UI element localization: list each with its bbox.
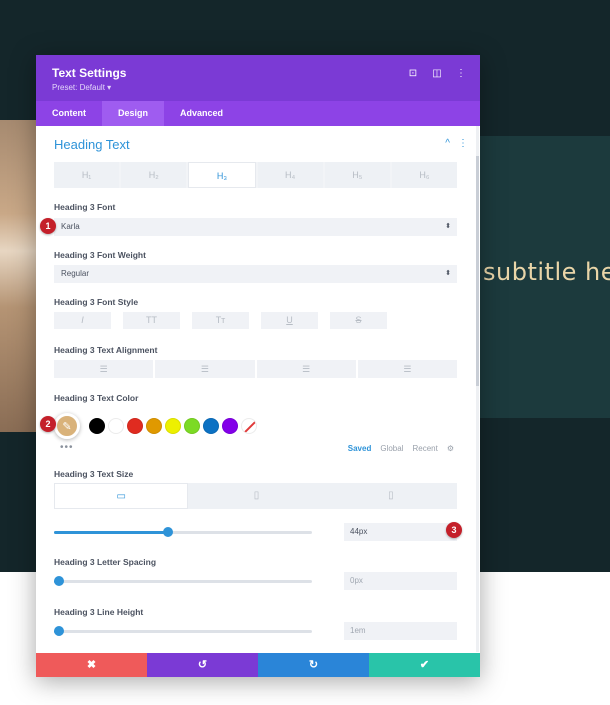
swatch-none[interactable] [241,418,257,434]
font-select[interactable]: Karla ⬍ [54,218,457,236]
palette-tab-recent[interactable]: Recent [412,444,437,453]
tab-h1[interactable]: H₁ [54,162,120,188]
italic-button[interactable]: I [54,312,111,329]
text-size-label: Heading 3 Text Size [54,469,134,479]
swatch-blue[interactable] [203,418,219,434]
align-justify-button[interactable]: ☰ [357,360,457,378]
section-title: Heading Text [54,137,130,152]
tab-content[interactable]: Content [36,101,102,126]
tab-h6[interactable]: H₆ [391,162,458,188]
save-button[interactable]: ✔ [369,653,480,677]
font-label: Heading 3 Font [54,202,116,212]
align-left-button[interactable]: ☰ [54,360,154,378]
palette-tab-saved[interactable]: Saved [348,444,372,453]
phone-icon[interactable]: ▯ [324,483,457,509]
line-height-input[interactable]: 1em [344,622,457,640]
section-heading-text[interactable]: Heading Text ^ ⋮ [36,126,480,162]
font-value: Karla [61,222,80,231]
annotation-badge-2: 2 [40,416,56,432]
palette-settings-icon[interactable]: ⚙ [447,444,454,453]
font-style-label: Heading 3 Font Style [54,297,139,307]
line-height-slider[interactable] [54,626,312,636]
text-color-label: Heading 3 Text Color [54,393,139,403]
text-alignment-label: Heading 3 Text Alignment [54,345,158,355]
section-more-icon[interactable]: ⋮ [458,138,468,149]
eyedropper-icon: ✎ [62,420,72,433]
color-swatches: ✎ [54,412,260,440]
align-center-button[interactable]: ☰ [155,360,255,378]
tab-h2[interactable]: H₂ [121,162,187,188]
fullscreen-icon[interactable]: ⊡ [408,68,418,79]
heading-level-tabs: H₁ H₂ H₃ H₄ H₅ H₆ [54,162,458,188]
collapse-icon[interactable]: ^ [445,138,450,149]
background-subtitle: subtitle he [483,258,610,286]
swatch-orange[interactable] [146,418,162,434]
capitalize-button[interactable]: Tт [192,312,249,329]
background-photo [0,120,40,432]
swatch-white[interactable] [108,418,124,434]
slider-fill [54,531,168,534]
preset-selector[interactable]: Preset: Default ▾ [52,83,464,92]
modal-title: Text Settings [52,66,127,80]
select-arrow-icon: ⬍ [445,270,451,277]
uppercase-button[interactable]: TT [123,312,180,329]
swatch-black[interactable] [89,418,105,434]
letter-spacing-label: Heading 3 Letter Spacing [54,557,157,567]
tab-advanced[interactable]: Advanced [164,101,239,126]
text-size-input[interactable]: 44px [344,523,457,541]
scrollbar[interactable] [476,126,479,652]
scrollbar-thumb[interactable] [476,156,479,386]
redo-button[interactable]: ↻ [258,653,369,677]
slider-handle[interactable] [162,527,173,537]
font-weight-label: Heading 3 Font Weight [54,250,146,260]
letter-spacing-slider[interactable] [54,576,312,586]
text-settings-modal: Text Settings Preset: Default ▾ ⊡ ◫ ⋮ Co… [36,55,480,677]
tab-h5[interactable]: H₅ [324,162,390,188]
font-weight-select[interactable]: Regular ⬍ [54,265,457,283]
underline-button[interactable]: U [261,312,318,329]
cancel-button[interactable]: ✖ [36,653,147,677]
modal-footer: ✖ ↺ ↻ ✔ [36,653,480,677]
swatch-purple[interactable] [222,418,238,434]
desktop-icon[interactable]: ▭ [54,483,189,509]
settings-body: Heading Text ^ ⋮ H₁ H₂ H₃ H₄ H₅ H₆ Headi… [36,126,480,652]
strikethrough-button[interactable]: S [330,312,387,329]
more-colors-icon[interactable]: ••• [60,442,74,453]
color-picker-button[interactable]: ✎ [54,413,80,439]
swatch-red[interactable] [127,418,143,434]
more-options-icon[interactable]: ⋮ [456,68,466,79]
tab-design[interactable]: Design [102,101,165,126]
slider-handle[interactable] [54,576,65,586]
tab-h3[interactable]: H₃ [188,162,256,188]
modal-header: Text Settings Preset: Default ▾ ⊡ ◫ ⋮ [36,55,480,101]
letter-spacing-input[interactable]: 0px [344,572,457,590]
tab-h4[interactable]: H₄ [257,162,323,188]
palette-tab-global[interactable]: Global [380,444,403,453]
tablet-icon[interactable]: ▯ [190,483,323,509]
font-weight-value: Regular [61,269,90,278]
undo-button[interactable]: ↺ [147,653,258,677]
align-right-button[interactable]: ☰ [256,360,356,378]
settings-tabs: Content Design Advanced [36,101,480,126]
swatch-green[interactable] [184,418,200,434]
device-tabs: ▭ ▯ ▯ [54,483,457,509]
swatch-yellow[interactable] [165,418,181,434]
slider-handle[interactable] [54,626,65,636]
line-height-label: Heading 3 Line Height [54,607,144,617]
annotation-badge-1: 1 [40,218,56,234]
annotation-badge-3: 3 [446,522,462,538]
text-size-slider[interactable] [54,527,312,537]
split-view-icon[interactable]: ◫ [432,68,442,79]
select-arrow-icon: ⬍ [445,223,451,230]
